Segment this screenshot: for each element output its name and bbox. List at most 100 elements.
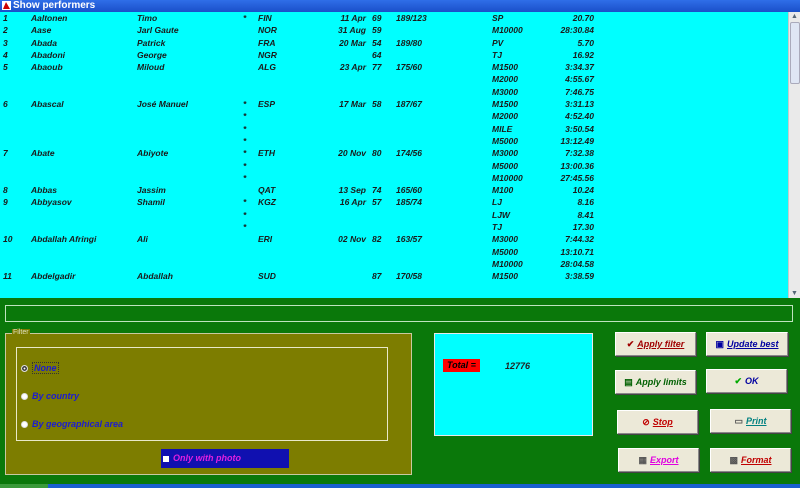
height-weight: 174/56 [396,148,422,159]
vertical-scrollbar[interactable]: ▲ ▼ [788,12,800,298]
country: QAT [258,185,276,196]
list-item[interactable]: * M5000 13:12.49 [0,135,789,147]
height-weight: 189/80 [396,37,422,48]
list-item[interactable]: * M2000 4:52.40 [0,110,789,122]
country: NGR [258,49,277,60]
filter-legend: Filter [12,329,30,336]
filter-radio-by-country[interactable]: By country [21,391,79,401]
apply-limits-button[interactable]: ▤ Apply limits [615,370,696,394]
list-item[interactable]: * M5000 13:00.36 [0,160,789,172]
birth-year: 57 [372,197,382,208]
event: MILE [492,123,513,134]
first-name: Jassim [137,185,166,196]
row-number: 6 [3,99,8,110]
total-panel: Total = 12776 [434,333,593,436]
best-mark: 3:31.13 [565,99,594,110]
update-best-button[interactable]: ▣ Update best [706,332,788,356]
list-item[interactable]: 5 Abaoub Miloud ALG 23 Apr 77 175/60 M1500 3:34.… [0,61,789,73]
height-weight: 165/60 [396,185,422,196]
best-mark: 4:55.67 [565,74,594,85]
start-button[interactable] [0,484,48,488]
list-item[interactable]: 1 Aaltonen Timo * FIN 11 Apr 69 189/123 SP 20.70 [0,12,789,24]
first-name: Timo [137,13,158,23]
row-number: 1 [3,13,8,23]
list-item[interactable]: M5000 13:10.71 [0,246,789,258]
birth-date: 17 Mar [339,99,366,110]
list-item[interactable]: * LJW 8.41 [0,209,789,221]
list-item[interactable]: 2 Aase Jarl Gaute NOR 31 Aug 59 M10000 28:30.84 [0,24,789,36]
event: M3000 [492,234,518,245]
ok-button[interactable]: ✔ OK [706,369,787,393]
birth-date: 20 Mar [339,37,366,48]
best-mark: 13:12.49 [560,135,594,146]
last-name: Aase [31,25,52,36]
event: M2000 [492,74,518,85]
event: M1500 [492,62,518,73]
filter-radio-none[interactable]: None [21,362,59,374]
limits-icon: ▤ [624,377,633,387]
scroll-up-arrow-icon[interactable]: ▲ [789,12,800,21]
event: TJ [492,222,502,233]
print-button[interactable]: ▭ Print [710,409,791,433]
birth-date: 23 Apr [339,62,366,73]
list-item[interactable]: * MILE 3:50.54 [0,123,789,135]
list-item[interactable]: 8 Abbas Jassim QAT 13 Sep 74 165/60 M100 10.24 [0,184,789,196]
star-mark: * [243,197,247,208]
country: KGZ [258,197,276,208]
best-mark: 4:52.40 [565,111,594,122]
list-item[interactable]: M10000 28:04.58 [0,258,789,270]
list-item[interactable]: 9 Abbyasov Shamil * KGZ 16 Apr 57 185/74 LJ 8.16 [0,196,789,208]
event: LJ [492,197,502,208]
export-button[interactable]: ▦ Export [618,448,699,472]
performers-list[interactable]: 1 Aaltonen Timo * FIN 11 Apr 69 189/123 SP 20.70 2… [0,12,789,283]
list-item[interactable]: 11 Abdelgadir Abdallah SUD 87 170/58 M1500 3:38… [0,270,789,282]
list-item[interactable]: 3 Abada Patrick FRA 20 Mar 54 189/80 PV 5.70 [0,37,789,49]
birth-year: 80 [372,148,382,159]
performers-list-panel[interactable]: 1 Aaltonen Timo * FIN 11 Apr 69 189/123 SP 20.70 2… [0,12,800,298]
row-number: 11 [3,271,12,282]
scroll-down-arrow-icon[interactable]: ▼ [789,289,800,298]
list-item[interactable]: 6 Abascal José Manuel * ESP 17 Mar 58 187/67 M15… [0,98,789,110]
birth-year: 74 [372,185,382,196]
list-item[interactable]: * TJ 17.30 [0,221,789,233]
list-item[interactable]: * M10000 27:45.56 [0,172,789,184]
radio-icon [21,393,28,401]
birth-date: 11 Apr [340,13,366,23]
star-mark: * [243,222,247,233]
apply-filter-button[interactable]: ✔ Apply filter [615,332,696,356]
window-title: Show performers [13,0,96,11]
star-mark: * [243,123,247,134]
star-mark: * [243,160,247,171]
list-item[interactable]: 7 Abate Abiyote * ETH 20 Nov 80 174/56 M3000 7:32… [0,147,789,159]
first-name: Shamil [137,197,165,208]
best-mark: 16.92 [572,49,594,60]
stop-button[interactable]: ⊘ Stop [617,410,698,434]
filter-radio-by-geographical-area[interactable]: By geographical area [21,419,123,429]
first-name: José Manuel [137,99,189,110]
scroll-thumb[interactable] [790,22,800,84]
birth-date: 16 Apr [339,197,366,208]
first-name: Abdallah [137,271,173,282]
list-item[interactable]: M3000 7:46.75 [0,86,789,98]
height-weight: 187/67 [396,99,422,110]
last-name: Abaoub [31,62,63,73]
best-mark: 5.70 [577,37,594,48]
list-item[interactable]: 4 Abadoni George NGR 64 TJ 16.92 [0,49,789,61]
title-bar: Show performers [0,0,800,12]
best-mark: 3:34.37 [565,62,594,73]
filter-panel: Filter None By country By geographical a… [5,329,412,475]
birth-year: 54 [372,37,382,48]
birth-year: 59 [372,25,382,36]
total-label: Total = [443,359,480,372]
birth-year: 64 [372,49,382,60]
event: M3000 [492,86,518,97]
row-number: 10 [3,234,13,245]
last-name: Aaltonen [31,13,68,23]
list-item[interactable]: M2000 4:55.67 [0,73,789,85]
only-with-photo-checkbox[interactable]: Only with photo [161,449,289,468]
list-item[interactable]: 10 Abdallah Afringi Ali ERI 02 Nov 82 163/57 M3… [0,233,789,245]
format-button[interactable]: ▩ Format [710,448,791,472]
best-mark: 7:44.32 [565,234,594,245]
birth-date: 13 Sep [338,185,366,196]
event: M10000 [492,25,523,36]
